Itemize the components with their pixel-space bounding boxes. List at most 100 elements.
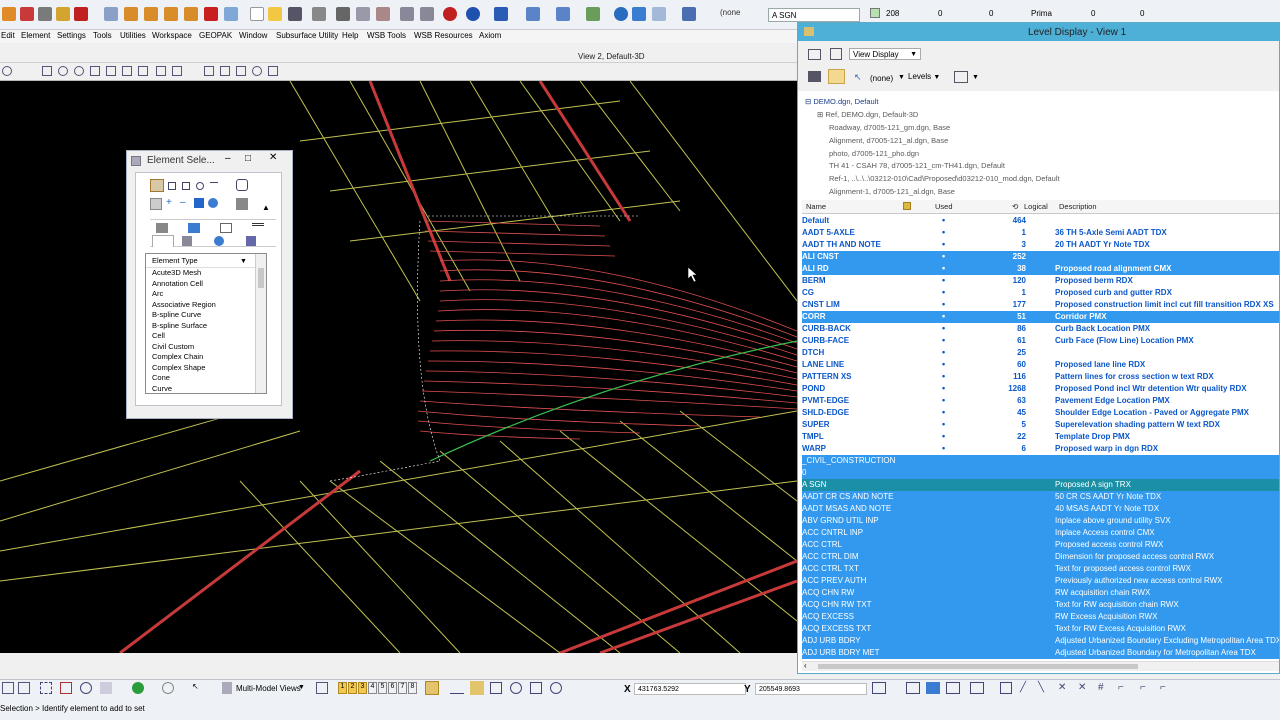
snap-icon[interactable] xyxy=(425,681,439,695)
tool-icon[interactable] xyxy=(74,7,88,21)
zoom-out-icon[interactable] xyxy=(74,66,84,76)
tool-icon[interactable] xyxy=(1000,682,1012,694)
invert-icon[interactable] xyxy=(194,198,204,208)
tool-icon[interactable] xyxy=(872,682,886,694)
grid-icon[interactable] xyxy=(40,682,52,694)
close-icon[interactable]: ✕ xyxy=(269,152,277,163)
level-row[interactable]: AADT CR CS AND NOTE 50 CR CS AADT Yr Note… xyxy=(802,491,1279,503)
view-button-3[interactable]: 3 xyxy=(358,682,367,694)
tree-item[interactable]: ⊟ DEMO.dgn, Default xyxy=(805,97,878,106)
clip-mask-icon[interactable] xyxy=(220,66,230,76)
level-row[interactable]: CNST LIM • 177 Proposed construction limit … xyxy=(802,299,1279,311)
tool-icon[interactable] xyxy=(510,682,522,694)
level-row[interactable]: CORR • 51 Corridor PMX xyxy=(802,311,1279,323)
accudraw-icon[interactable] xyxy=(80,682,92,694)
view-display-combo[interactable]: View Display ▼ xyxy=(849,48,921,60)
tool-icon[interactable] xyxy=(556,7,570,21)
tool-icon[interactable] xyxy=(20,7,34,21)
view-previous-icon[interactable] xyxy=(156,66,166,76)
list-item[interactable]: B-spline Curve xyxy=(146,310,266,321)
view-button-1[interactable]: 1 xyxy=(338,682,347,694)
zoom-in-icon[interactable] xyxy=(58,66,68,76)
filter-icon[interactable] xyxy=(236,66,246,76)
level-row[interactable]: ACC PREV AUTH Previously authorized new a… xyxy=(802,575,1279,587)
window-area-icon[interactable] xyxy=(90,66,100,76)
scrollbar-thumb[interactable] xyxy=(258,268,264,288)
level-row[interactable]: ACC CTRL TXT Text for proposed access con… xyxy=(802,563,1279,575)
level-row[interactable]: SHLD-EDGE • 45 Shoulder Edge Location - Pav… xyxy=(802,407,1279,419)
color-swatch[interactable] xyxy=(870,8,880,18)
tab-classes[interactable] xyxy=(182,236,192,246)
level-row[interactable]: ACQ CHN RW TXT Text for RW acquisition ch… xyxy=(802,599,1279,611)
menu-window[interactable]: Window xyxy=(239,31,267,40)
tool-icon[interactable] xyxy=(906,682,920,694)
tool-icon[interactable] xyxy=(926,682,940,694)
tool-icon[interactable] xyxy=(494,7,508,21)
active-angle-combo[interactable]: (none xyxy=(720,8,740,17)
clip-volume-icon[interactable] xyxy=(204,66,214,76)
view-button-2[interactable]: 2 xyxy=(348,682,357,694)
level-combo[interactable]: A SGN xyxy=(768,8,860,22)
level-row[interactable]: POND • 1268 Proposed Pond incl Wtr detentio… xyxy=(802,383,1279,395)
tool-icon[interactable] xyxy=(2,7,16,21)
menu-wsb-tools[interactable]: WSB Tools xyxy=(367,31,406,40)
forward-icon[interactable] xyxy=(162,682,174,694)
levels-combo[interactable]: Levels ▼ xyxy=(908,71,946,84)
tool-icon[interactable] xyxy=(60,682,72,694)
tool-icon[interactable] xyxy=(104,7,118,21)
chevron-down-icon[interactable]: ▼ xyxy=(972,74,979,81)
lock-icon[interactable] xyxy=(903,202,911,210)
list-item[interactable]: Annotation Cell xyxy=(146,279,266,290)
chevron-down-icon[interactable]: ▼ xyxy=(898,74,905,81)
undo-icon[interactable] xyxy=(400,7,414,21)
level-row[interactable]: DTCH • 25 xyxy=(802,347,1279,359)
help-icon[interactable] xyxy=(466,7,480,21)
new-selection-icon[interactable] xyxy=(150,198,162,210)
options-icon[interactable] xyxy=(236,198,248,210)
line-select-icon[interactable] xyxy=(210,182,218,190)
level-row[interactable]: AADT TH AND NOTE • 3 20 TH AADT Yr Note TDX xyxy=(802,239,1279,251)
tool-icon[interactable] xyxy=(526,7,540,21)
cross-icon[interactable]: ✕ xyxy=(1078,682,1086,693)
level-row[interactable]: CURB-FACE • 61 Curb Face (Flow Line) Locati… xyxy=(802,335,1279,347)
tool-icon[interactable] xyxy=(2,682,14,694)
view-attributes-icon[interactable] xyxy=(2,66,12,76)
view-button-5[interactable]: 5 xyxy=(378,682,387,694)
tool-icon[interactable] xyxy=(224,7,238,21)
scroll-left-icon[interactable]: ‹ xyxy=(804,661,807,670)
level-row[interactable]: TMPL • 22 Template Drop PMX xyxy=(802,431,1279,443)
level-row[interactable]: ABV GRND UTIL INP Inplace above ground ut… xyxy=(802,515,1279,527)
tool-icon[interactable] xyxy=(652,7,666,21)
tool-icon[interactable] xyxy=(38,7,52,21)
line-weight-value[interactable]: 0 xyxy=(989,9,993,18)
paste-icon[interactable] xyxy=(376,7,390,21)
types-tab-icon[interactable] xyxy=(188,223,200,233)
tool-icon[interactable]: ⌐ xyxy=(1140,682,1146,693)
view-next-icon[interactable] xyxy=(172,66,182,76)
menu-utilities[interactable]: Utilities xyxy=(120,31,146,40)
level-row[interactable]: ALI RD • 38 Proposed road alignment CMX xyxy=(802,263,1279,275)
level-row[interactable]: ACQ CHN RW RW acquisition chain RWX xyxy=(802,587,1279,599)
tool-icon[interactable]: ⌐ xyxy=(1160,682,1166,693)
tree-item[interactable]: Alignment, d7005-121_al.dgn, Base xyxy=(829,136,948,145)
y-coordinate-field[interactable]: 205549.8693 xyxy=(755,683,867,695)
tool-icon[interactable] xyxy=(530,682,542,694)
menu-axiom[interactable]: Axiom xyxy=(479,31,501,40)
level-row[interactable]: A SGN Proposed A sign TRX xyxy=(802,479,1279,491)
menu-wsb-resources[interactable]: WSB Resources xyxy=(414,31,473,40)
copy-icon[interactable] xyxy=(356,7,370,21)
tool-icon[interactable] xyxy=(100,682,112,694)
list-item[interactable]: Cell xyxy=(146,331,266,342)
pan-view-icon[interactable] xyxy=(138,66,148,76)
none-filter[interactable]: (none) xyxy=(870,74,893,83)
level-row[interactable]: ALI CNST • 252 xyxy=(802,251,1279,263)
scrollbar[interactable] xyxy=(255,254,266,393)
open-folder-icon[interactable] xyxy=(268,7,282,21)
level-row[interactable]: ACC CNTRL INP Inplace Access control CMX xyxy=(802,527,1279,539)
select-all-icon[interactable] xyxy=(208,198,218,208)
cut-icon[interactable] xyxy=(336,7,350,21)
list-item[interactable]: Complex Chain xyxy=(146,352,266,363)
level-row[interactable]: PATTERN XS • 116 Pattern lines for cross se… xyxy=(802,371,1279,383)
level-row[interactable]: WARP • 6 Proposed warp in dgn RDX xyxy=(802,443,1279,455)
redo-icon[interactable] xyxy=(420,7,434,21)
